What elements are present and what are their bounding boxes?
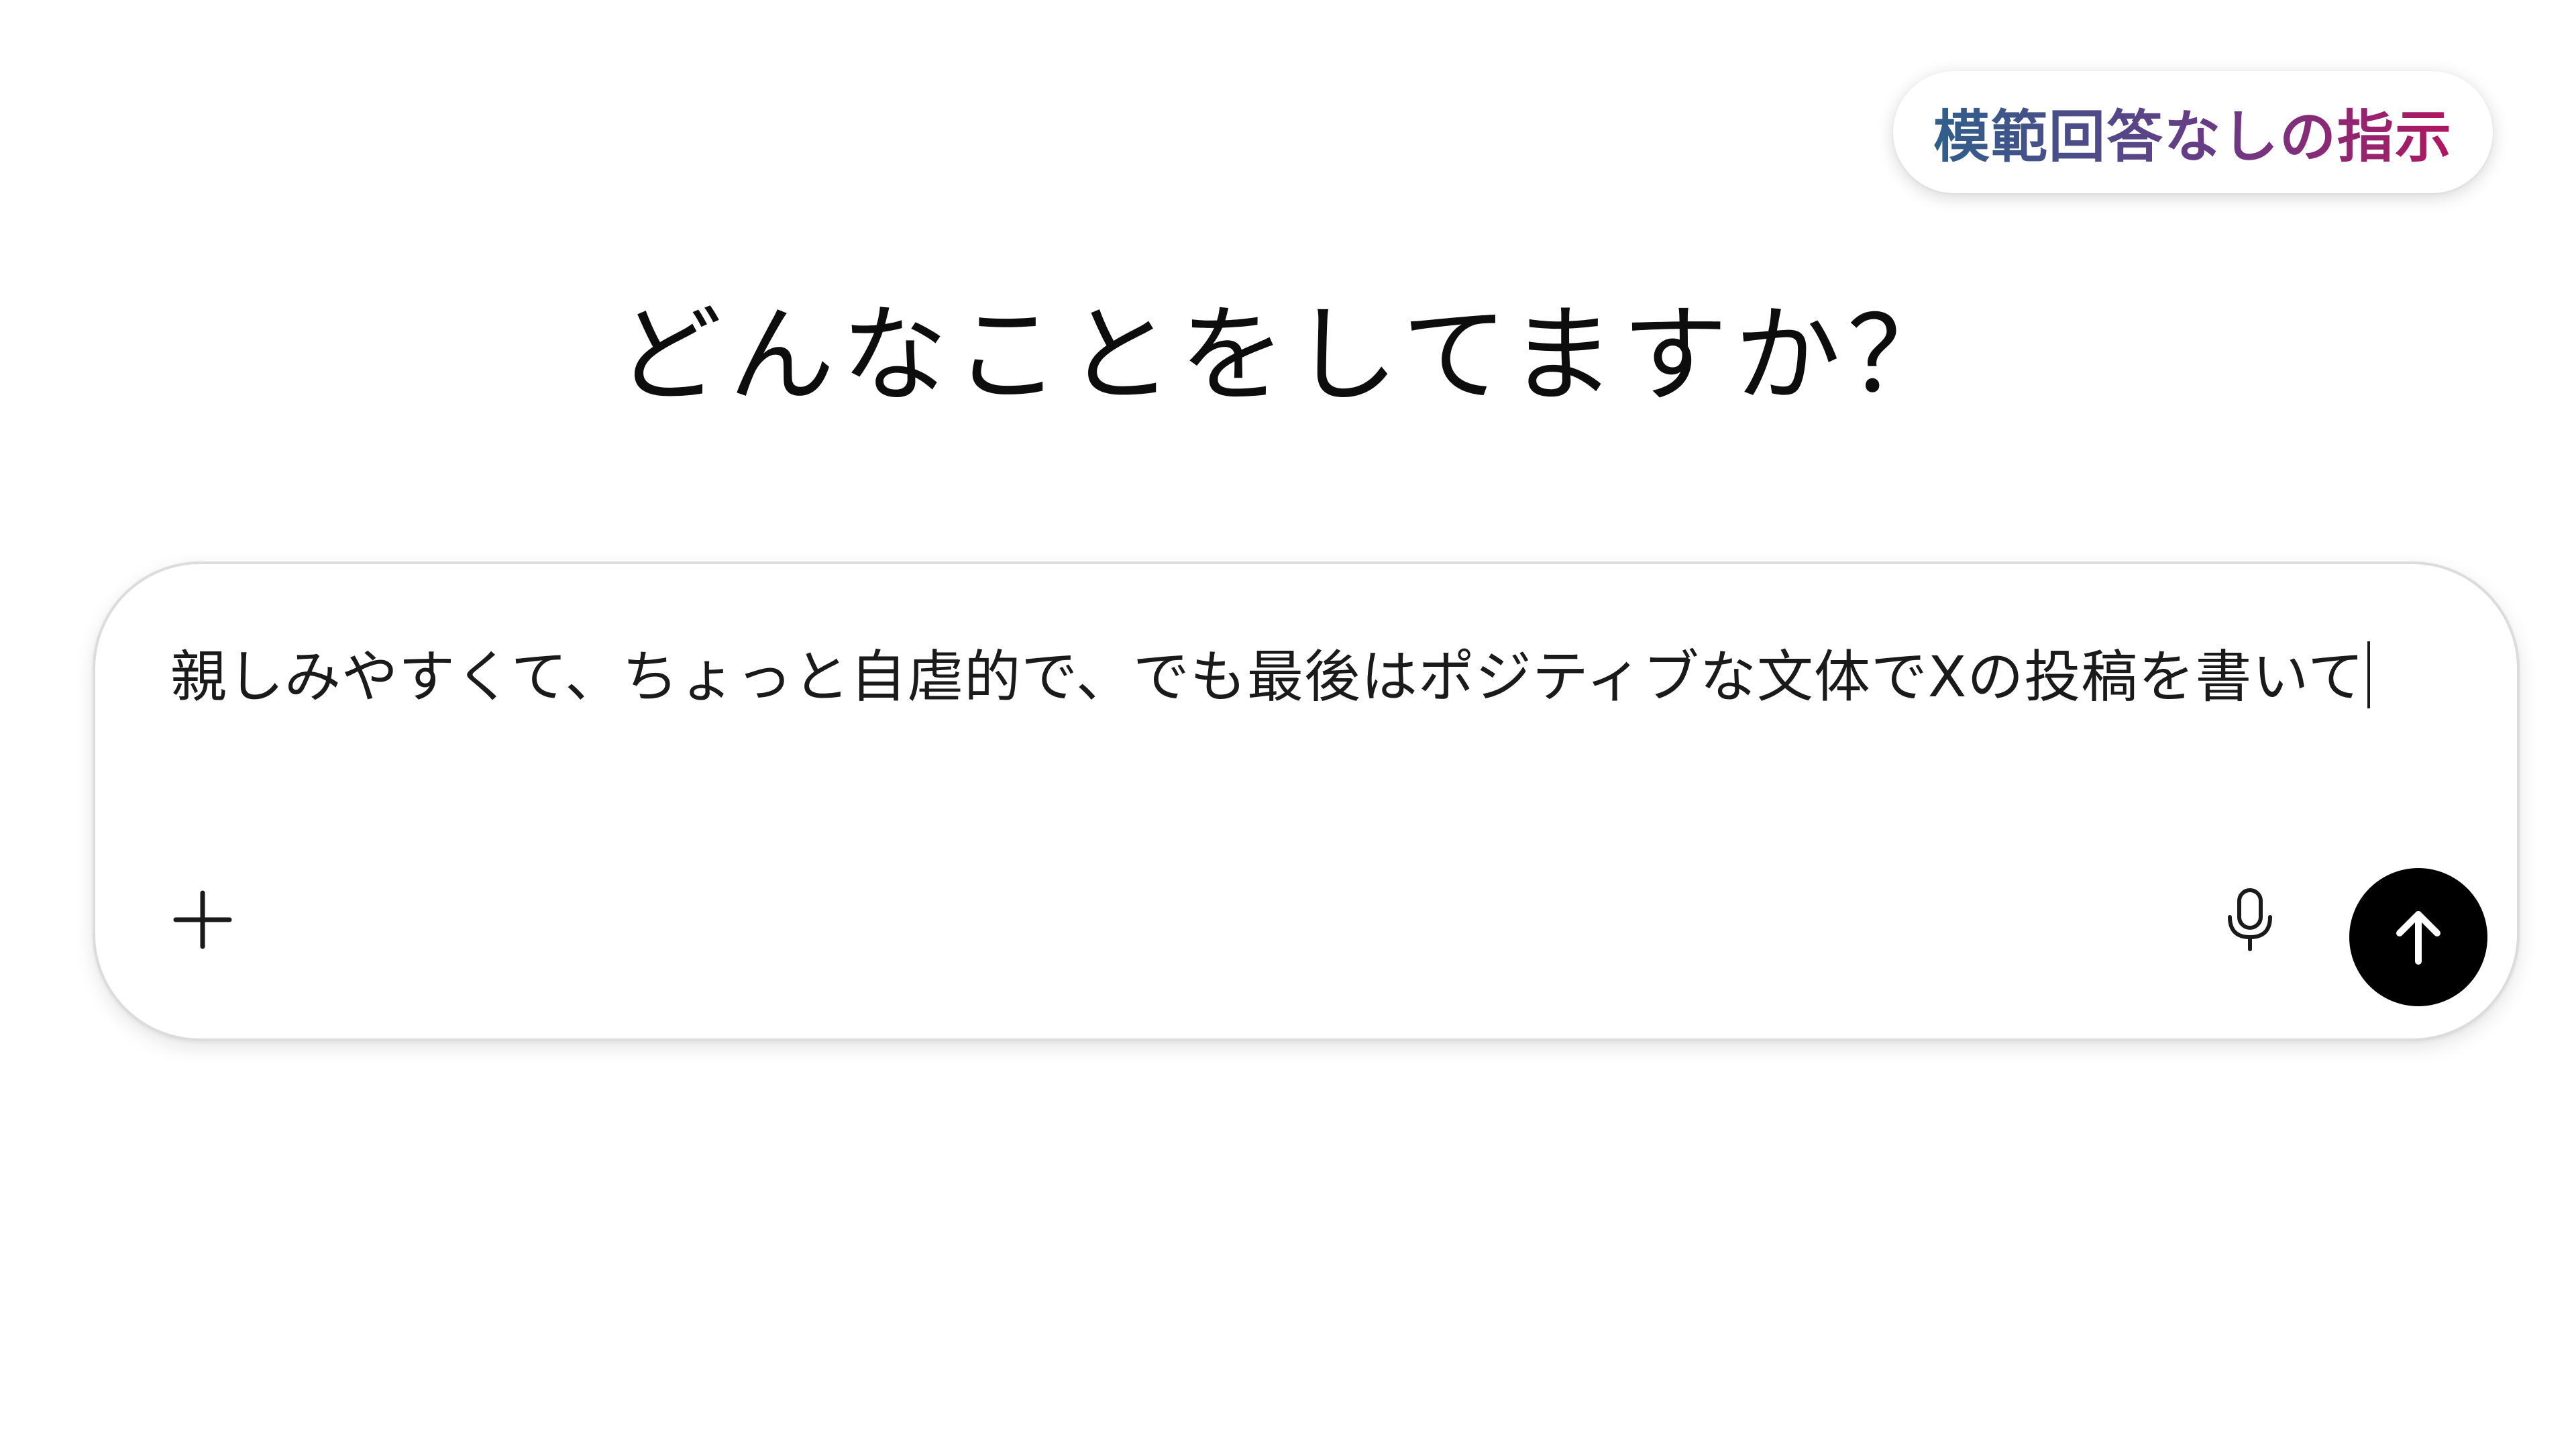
send-button[interactable] (2349, 868, 2487, 1006)
add-attachment-button[interactable] (162, 879, 243, 960)
plus-icon (173, 890, 232, 949)
chat-home-screen: 模範回答なしの指示 どんなことをしてますか？ 親しみやすくて、ちょっと自虐的で、… (0, 0, 2576, 1449)
text-caret (2367, 641, 2370, 708)
microphone-icon (2228, 888, 2272, 951)
arrow-up-icon (2396, 911, 2440, 965)
prompt-text: 親しみやすくて、ちょっと自虐的で、でも最後はポジティブな文体でXの投稿を書いて (170, 644, 2365, 710)
prompt-composer: 親しみやすくて、ちょっと自虐的で、でも最後はポジティブな文体でXの投稿を書いて (93, 561, 2520, 1041)
prompt-input[interactable]: 親しみやすくて、ちょっと自虐的で、でも最後はポジティブな文体でXの投稿を書いて (170, 631, 2424, 722)
instruction-type-badge: 模範回答なしの指示 (1893, 71, 2493, 193)
voice-input-button[interactable] (2210, 879, 2290, 960)
badge-label: 模範回答なしの指示 (1933, 92, 2453, 173)
page-heading: どんなことをしてますか？ (616, 294, 1960, 417)
